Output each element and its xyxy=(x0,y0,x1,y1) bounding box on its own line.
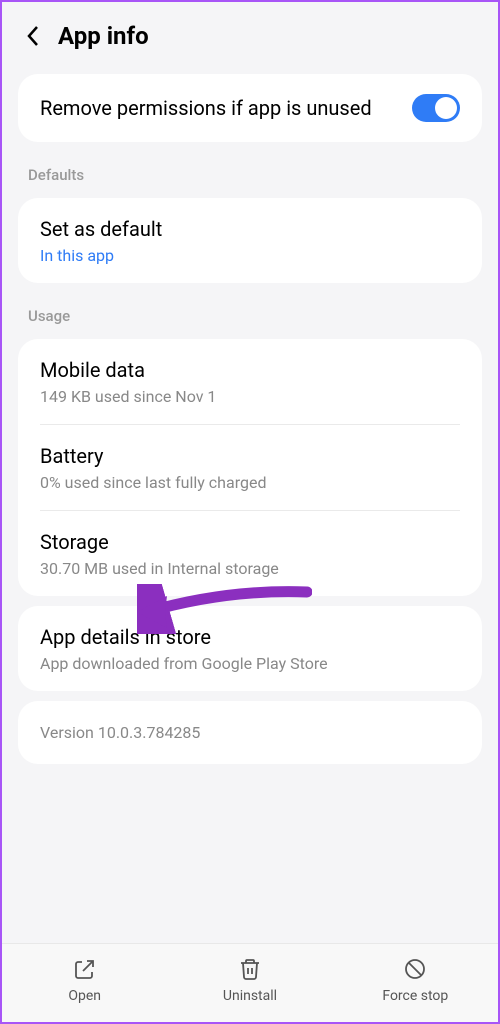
mobile-data-label: Mobile data xyxy=(40,357,145,383)
remove-permissions-label: Remove permissions if app is unused xyxy=(40,95,372,122)
remove-permissions-toggle[interactable] xyxy=(412,94,460,122)
storage-row[interactable]: Storage 30.70 MB used in Internal storag… xyxy=(18,511,482,596)
store-card: App details in store App downloaded from… xyxy=(18,606,482,691)
app-details-label: App details in store xyxy=(40,624,211,650)
force-stop-label: Force stop xyxy=(382,988,448,1004)
storage-sub: 30.70 MB used in Internal storage xyxy=(40,559,279,578)
forbidden-icon xyxy=(402,956,428,982)
set-default-sub: In this app xyxy=(40,246,114,265)
usage-card: Mobile data 149 KB used since Nov 1 Batt… xyxy=(18,339,482,596)
storage-label: Storage xyxy=(40,529,109,555)
bottombar: Open Uninstall Force stop xyxy=(2,943,498,1022)
battery-row[interactable]: Battery 0% used since last fully charged xyxy=(18,425,482,510)
open-label: Open xyxy=(68,988,101,1004)
defaults-section-header: Defaults xyxy=(2,152,498,188)
app-details-row[interactable]: App details in store App downloaded from… xyxy=(18,606,482,691)
page-title: App info xyxy=(58,22,149,50)
version-card: Version 10.0.3.784285 xyxy=(18,701,482,764)
set-default-row[interactable]: Set as default In this app xyxy=(18,198,482,283)
app-details-sub: App downloaded from Google Play Store xyxy=(40,654,328,673)
mobile-data-row[interactable]: Mobile data 149 KB used since Nov 1 xyxy=(18,339,482,424)
force-stop-button[interactable]: Force stop xyxy=(333,956,498,1004)
version-text: Version 10.0.3.784285 xyxy=(40,723,460,742)
header: App info xyxy=(2,2,498,64)
open-button[interactable]: Open xyxy=(2,956,167,1004)
open-icon xyxy=(72,956,98,982)
trash-icon xyxy=(237,956,263,982)
set-default-label: Set as default xyxy=(40,216,162,242)
uninstall-button[interactable]: Uninstall xyxy=(167,956,332,1004)
remove-permissions-row[interactable]: Remove permissions if app is unused xyxy=(18,74,482,142)
usage-section-header: Usage xyxy=(2,293,498,329)
back-icon[interactable] xyxy=(22,25,44,47)
uninstall-label: Uninstall xyxy=(223,988,277,1004)
battery-sub: 0% used since last fully charged xyxy=(40,473,266,492)
battery-label: Battery xyxy=(40,443,103,469)
defaults-card: Set as default In this app xyxy=(18,198,482,283)
permissions-card: Remove permissions if app is unused xyxy=(18,74,482,142)
mobile-data-sub: 149 KB used since Nov 1 xyxy=(40,387,216,406)
